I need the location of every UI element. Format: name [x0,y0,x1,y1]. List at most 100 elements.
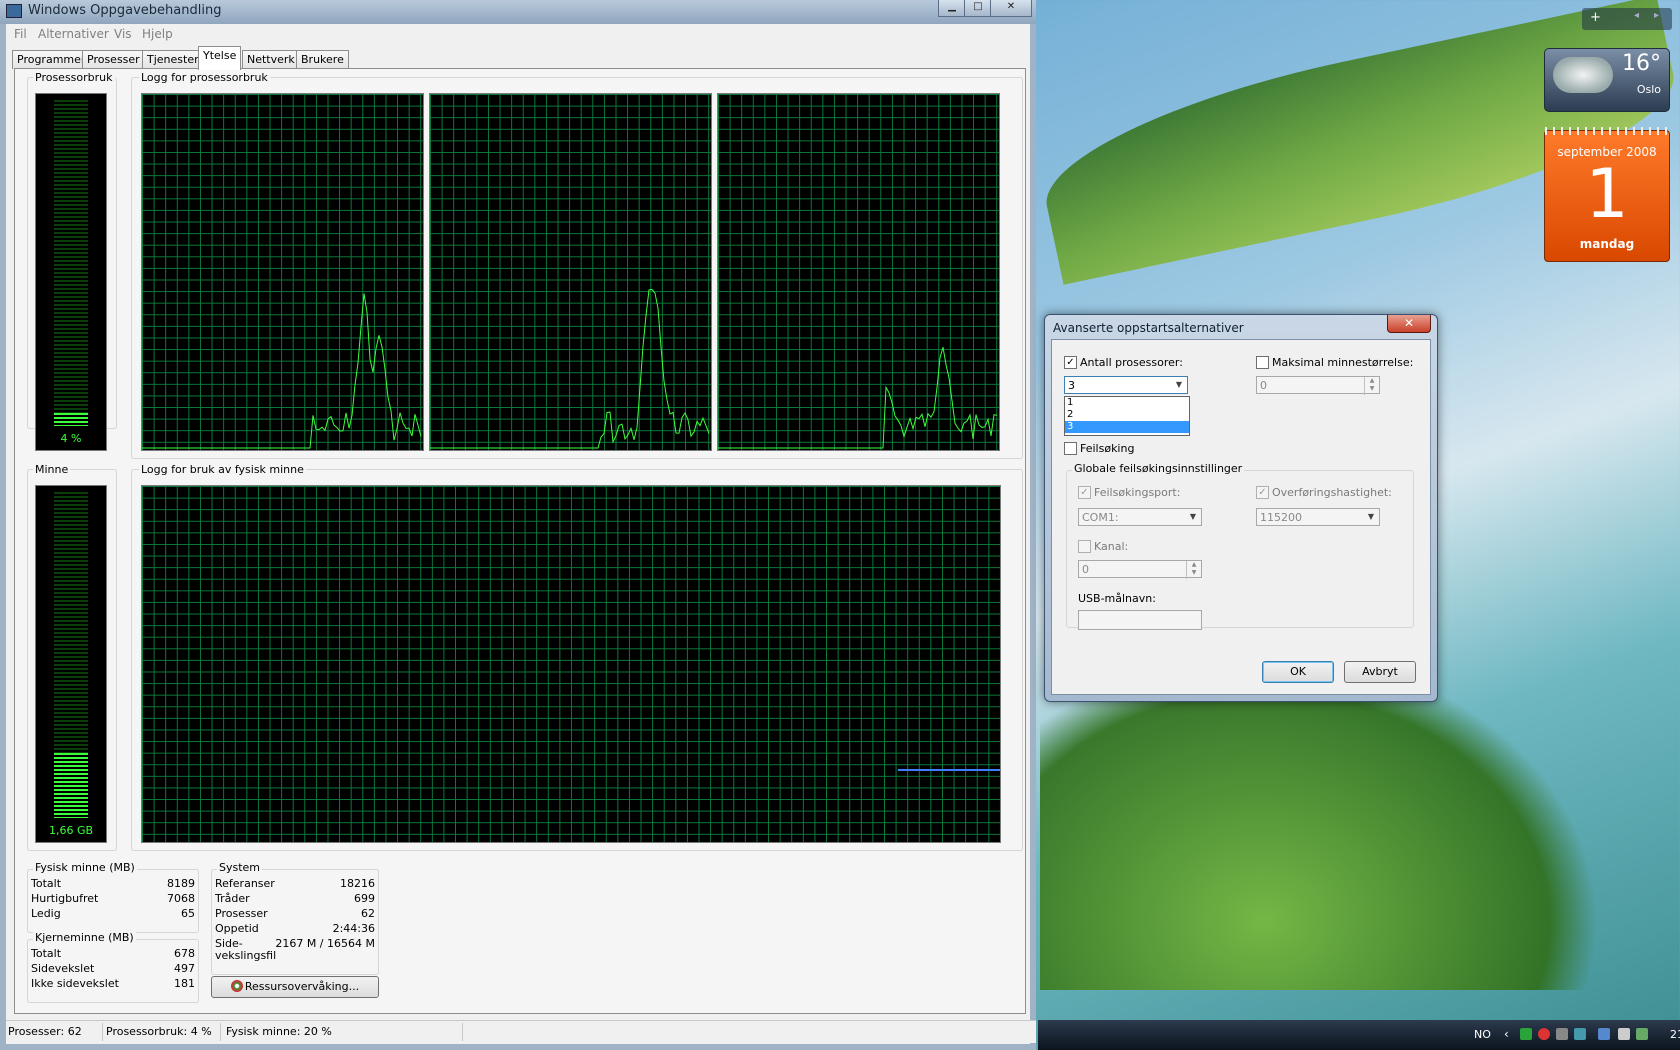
tab-programmer[interactable]: Programmer [12,50,91,69]
taskbar: NO ‹ 21:44 [1038,1020,1680,1050]
sys-oppetid-label: Oppetid [215,922,259,935]
tray-app-icon[interactable] [1520,1028,1532,1040]
baud-rate-select[interactable]: 115200 ▼ [1256,508,1380,526]
usb-target-label: USB-målnavn: [1078,592,1156,605]
option-1[interactable]: 1 [1065,397,1189,409]
cpu-usage-label: Prosessorbruk [33,71,115,84]
max-memory-input[interactable]: 0 ▲ ▼ [1256,376,1380,395]
menu-bar: Fil Alternativer Vis Hjelp [6,24,1030,44]
clock[interactable]: 21:44 [1670,1028,1680,1041]
sys-ref-value: 18216 [340,877,375,890]
network-icon[interactable] [1598,1028,1610,1040]
weather-gadget[interactable]: 16° Oslo [1544,48,1670,112]
dropdown-arrow-icon: ▼ [1189,512,1197,521]
kern-totalt-label: Totalt [31,947,62,960]
tab-nettverk[interactable]: Nettverk [242,50,300,69]
cpu-trace-line [142,293,422,449]
memory-value: 1,66 GB [48,824,94,837]
status-memory: Fysisk minne: 20 % [226,1025,332,1038]
debug-port-checkbox[interactable]: ✓ [1078,486,1091,499]
dialog-close-button[interactable]: ✕ [1387,315,1431,333]
debug-checkbox[interactable] [1064,442,1077,455]
cancel-button[interactable]: Avbryt [1344,661,1416,683]
add-gadget-icon[interactable]: + [1590,10,1601,25]
status-cpu: Prosessorbruk: 4 % [106,1025,212,1038]
debug-port-label: Feilsøkingsport: [1094,486,1181,499]
kernel-memory-title: Kjerneminne (MB) [33,931,136,944]
memory-history-label: Logg for bruk av fysisk minne [139,463,306,476]
cpu-trace-line [430,288,710,449]
performance-panel: Prosessorbruk 4 % Logg for prosessorbruk… [14,68,1026,1014]
dropdown-arrow-icon: ▼ [1175,380,1183,389]
baud-rate-label: Overføringshastighet: [1272,486,1392,499]
phys-ledig-label: Ledig [31,907,61,920]
cpu-meter-fill [54,412,88,426]
sys-oppetid-value: 2:44:36 [332,922,375,935]
resource-monitor-icon [230,980,243,992]
language-indicator[interactable]: NO [1474,1028,1491,1041]
task-manager-body: Fil Alternativer Vis Hjelp Programmer Pr… [6,24,1036,1044]
menu-hjelp[interactable]: Hjelp [142,27,173,41]
status-processes: Prosesser: 62 [8,1025,82,1038]
option-3[interactable]: 3 [1065,421,1189,433]
memory-meter: 1,66 GB [35,485,107,843]
tab-ytelse[interactable]: Ytelse [198,46,242,70]
max-memory-checkbox[interactable] [1256,356,1269,369]
num-processors-select[interactable]: 3 ▼ [1064,376,1188,394]
task-manager-icon [6,4,22,18]
cpu-usage-value: 4 % [60,432,82,445]
title-bar: Windows Oppgavebehandling ▁ □ ✕ [0,0,1036,24]
spin-buttons-icon[interactable]: ▲ ▼ [1186,561,1201,579]
task-manager-window: Windows Oppgavebehandling ▁ □ ✕ Fil Alte… [0,0,1036,1050]
sys-trader-value: 699 [354,892,375,905]
spin-buttons-icon[interactable]: ▲ ▼ [1364,377,1379,395]
menu-vis[interactable]: Vis [114,27,132,41]
kern-ikke-label: Ikke sidevekslet [31,977,119,990]
usb-target-input[interactable] [1078,610,1202,630]
calendar-weekday: mandag [1579,237,1635,251]
tray-security-icon[interactable] [1538,1028,1550,1040]
cpu-history-graph-core-2 [429,93,712,451]
tray-update-icon[interactable] [1574,1028,1586,1040]
next-page-icon[interactable]: ▸ [1654,10,1659,21]
prev-page-icon[interactable]: ◂ [1634,10,1639,21]
phys-ledig-value: 65 [181,907,195,920]
phys-hurtig-value: 7068 [167,892,195,905]
sys-pagefile-label-2: vekslingsfil [215,949,277,962]
cpu-history-graph-core-1 [141,93,424,451]
memory-meter-fill [54,752,88,818]
resource-monitor-button[interactable]: Ressursovervåking... [211,976,379,998]
sys-prosesser-value: 62 [361,907,375,920]
tab-prosesser[interactable]: Prosesser [82,50,145,69]
debug-port-select[interactable]: COM1: ▼ [1078,508,1202,526]
maximize-button[interactable]: □ [964,0,992,17]
status-separator [462,1023,463,1041]
channel-checkbox[interactable] [1078,540,1091,553]
tab-brukere[interactable]: Brukere [296,50,349,69]
show-hidden-icons-icon[interactable]: ‹ [1504,1027,1509,1041]
option-2[interactable]: 2 [1065,409,1189,421]
advanced-boot-options-dialog: Avanserte oppstartsalternativer ✕ ✓ Anta… [1044,314,1438,702]
volume-icon[interactable] [1618,1028,1630,1040]
sys-trader-label: Tråder [215,892,250,905]
menu-fil[interactable]: Fil [14,27,27,41]
close-button[interactable]: ✕ [990,0,1032,17]
phys-totalt-label: Totalt [31,877,62,890]
tab-tjenester[interactable]: Tjenester [142,50,204,69]
tray-device-icon[interactable] [1556,1028,1568,1040]
dialog-body: ✓ Antall prosessorer: 3 ▼ 1 2 3 Maksimal… [1051,339,1431,695]
phys-totalt-value: 8189 [167,877,195,890]
ok-button[interactable]: OK [1262,661,1334,683]
baud-rate-checkbox[interactable]: ✓ [1256,486,1269,499]
calendar-gadget[interactable]: september 2008 1 mandag [1544,127,1670,262]
cpu-history-label: Logg for prosessorbruk [139,71,270,84]
num-processors-checkbox[interactable]: ✓ [1064,356,1077,369]
menu-alternativer[interactable]: Alternativer [38,27,109,41]
tray-extra-icon[interactable] [1636,1028,1648,1040]
physical-memory-title: Fysisk minne (MB) [33,861,137,874]
memory-history-graph [141,485,1001,843]
channel-input[interactable]: 0 ▲ ▼ [1078,560,1202,579]
kern-totalt-value: 678 [174,947,195,960]
global-debug-title: Globale feilsøkingsinnstillinger [1072,462,1245,475]
minimize-button[interactable]: ▁ [938,0,966,17]
